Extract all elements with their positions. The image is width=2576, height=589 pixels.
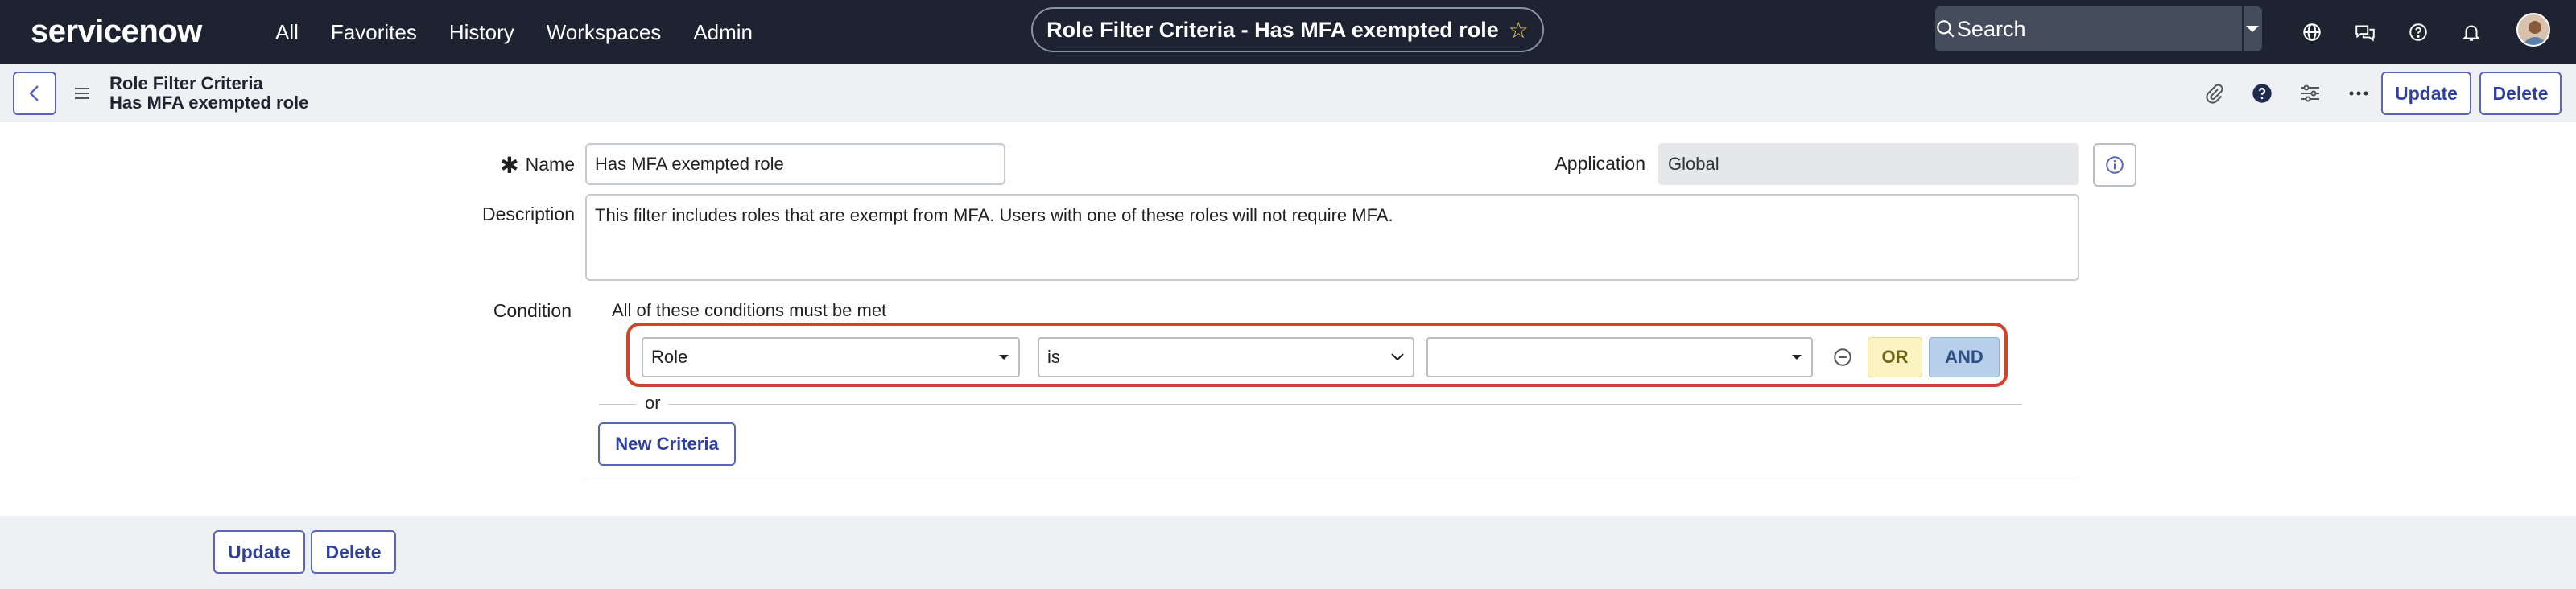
condition-label: Condition: [493, 300, 572, 321]
question-circle-icon[interactable]: [2240, 72, 2285, 114]
footer-update-button[interactable]: Update: [213, 530, 305, 574]
user-avatar[interactable]: [2516, 13, 2550, 47]
chevron-left-icon: [29, 85, 39, 101]
context-menu-icon[interactable]: [71, 80, 93, 106]
form-footer: Update Delete: [0, 516, 2576, 589]
record-table-name: Role Filter Criteria: [109, 73, 263, 93]
search-input[interactable]: [1956, 6, 2242, 51]
top-navigation-bar: servicenow All Favorites History Workspa…: [0, 0, 2576, 64]
condition-group-heading: All of these conditions must be met: [612, 300, 887, 320]
header-icon-group: [2191, 72, 2381, 114]
help-icon[interactable]: [2394, 10, 2442, 55]
main-menu: All Favorites History Workspaces Admin: [275, 0, 769, 64]
chat-icon[interactable]: [2341, 10, 2389, 55]
bell-icon[interactable]: [2447, 10, 2496, 55]
and-condition-button[interactable]: AND: [1929, 337, 2000, 377]
condition-value-select[interactable]: [1426, 337, 1813, 377]
application-info-button[interactable]: [2093, 143, 2136, 187]
record-display-name: Has MFA exempted role: [109, 93, 309, 113]
condition-operator-value: is: [1047, 347, 1060, 367]
logo-text: servicenow: [31, 13, 202, 49]
search-icon: [1935, 6, 1957, 51]
name-field-value: Has MFA exempted role: [595, 154, 784, 174]
nav-item-workspaces[interactable]: Workspaces: [530, 0, 678, 64]
required-asterisk-icon: ✱: [500, 153, 519, 178]
record-title: Role Filter Criteria Has MFA exempted ro…: [109, 74, 308, 113]
description-label: Description: [481, 204, 575, 224]
footer-delete-button[interactable]: Delete: [311, 530, 396, 574]
chevron-down-icon: [1391, 353, 1404, 361]
new-criteria-button[interactable]: New Criteria: [598, 422, 736, 466]
or-separator-line-left: [599, 404, 636, 405]
more-icon[interactable]: [2336, 72, 2381, 114]
condition-field-value: Role: [651, 347, 688, 367]
paperclip-icon[interactable]: [2191, 72, 2236, 114]
application-field: Global: [1658, 143, 2079, 185]
caret-down-icon: [999, 355, 1009, 360]
nav-item-history[interactable]: History: [433, 0, 530, 64]
caret-down-icon: [1792, 355, 1802, 360]
nav-utility-icons: [2288, 10, 2496, 55]
globe-icon[interactable]: [2288, 10, 2336, 55]
settings-sliders-icon[interactable]: [2288, 72, 2333, 114]
description-textarea[interactable]: This filter includes roles that are exem…: [585, 194, 2079, 281]
or-separator-text: or: [645, 393, 661, 413]
name-label: ✱ Name: [491, 152, 575, 179]
global-search: [1935, 6, 2262, 51]
favorite-star-icon[interactable]: ☆: [1509, 17, 1529, 43]
condition-operator-select[interactable]: is: [1038, 337, 1414, 377]
remove-condition-button[interactable]: [1830, 344, 1856, 370]
application-field-value: Global: [1668, 154, 1719, 174]
condition-field-select[interactable]: Role: [642, 337, 1020, 377]
search-scope-dropdown[interactable]: [2241, 6, 2262, 51]
nav-item-all[interactable]: All: [275, 0, 315, 64]
nav-item-favorites[interactable]: Favorites: [315, 0, 433, 64]
info-icon: [2106, 156, 2124, 174]
delete-button[interactable]: Delete: [2479, 72, 2562, 115]
servicenow-logo[interactable]: servicenow: [31, 11, 202, 51]
form-header: Role Filter Criteria Has MFA exempted ro…: [0, 64, 2576, 122]
description-value: This filter includes roles that are exem…: [595, 205, 1393, 225]
or-separator-line-right: [668, 404, 2022, 405]
minus-circle-icon: [1834, 348, 1852, 366]
name-field[interactable]: Has MFA exempted role: [585, 143, 1005, 185]
back-button[interactable]: [13, 72, 56, 115]
record-title-text: Role Filter Criteria - Has MFA exempted …: [1046, 17, 1499, 42]
application-label: Application: [1554, 153, 1645, 174]
or-condition-button[interactable]: OR: [1868, 337, 1922, 377]
record-title-pill[interactable]: Role Filter Criteria - Has MFA exempted …: [1031, 7, 1544, 52]
nav-item-admin[interactable]: Admin: [677, 0, 769, 64]
name-label-text: Name: [525, 154, 575, 175]
update-button[interactable]: Update: [2381, 72, 2471, 115]
